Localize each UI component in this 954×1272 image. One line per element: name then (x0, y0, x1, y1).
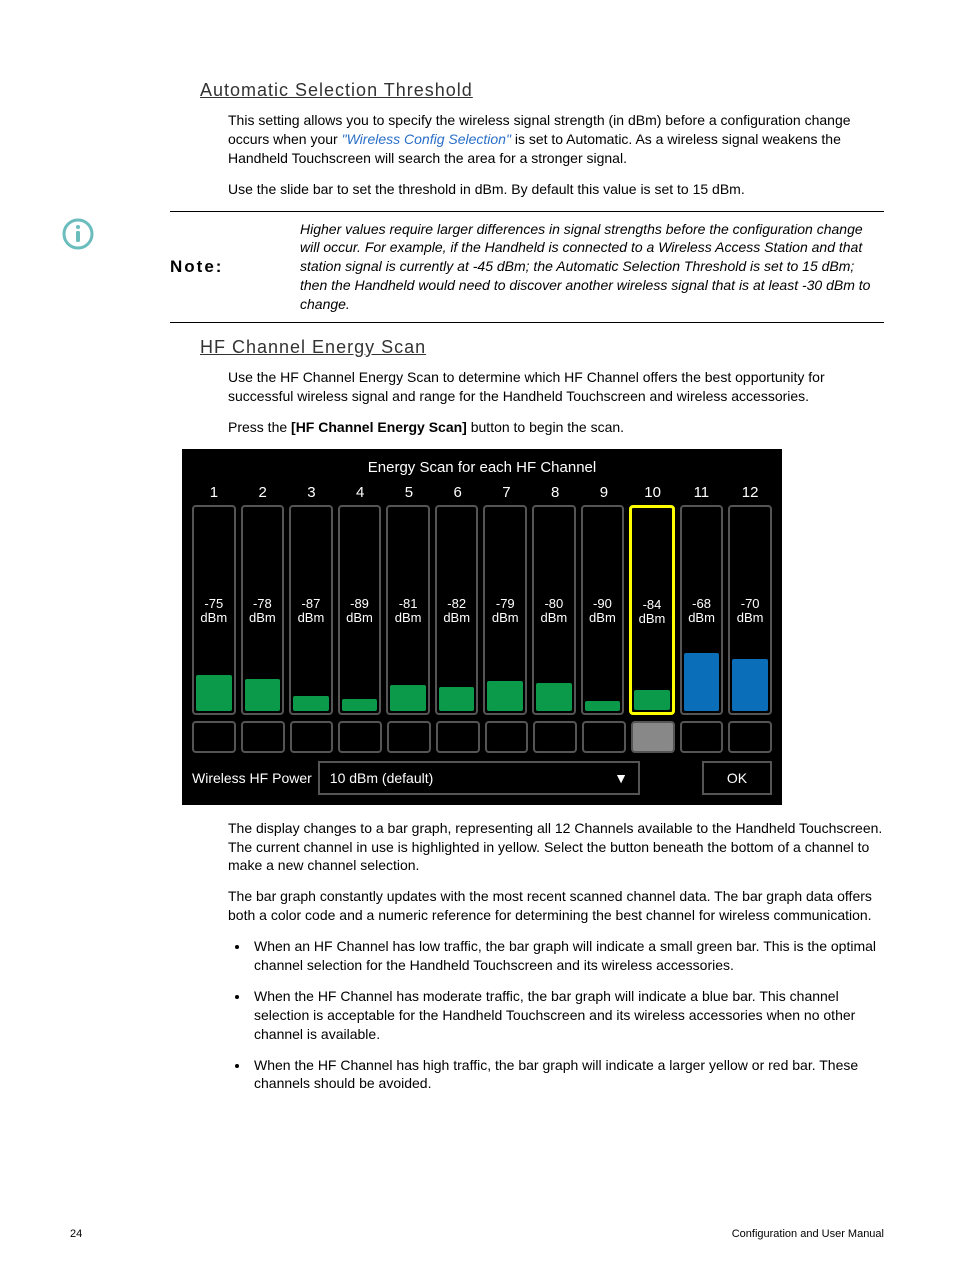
para-hf-scan-desc: Use the HF Channel Energy Scan to determ… (228, 368, 884, 406)
channel-bar-cell: -87dBm (289, 505, 333, 715)
scan-title: Energy Scan for each HF Channel (192, 459, 772, 476)
channel-dbm-label: -75dBm (194, 597, 234, 626)
channel-bar-cell: -75dBm (192, 505, 236, 715)
channel-bar-cell: -81dBm (386, 505, 430, 715)
para-auto-threshold-default: Use the slide bar to set the threshold i… (228, 180, 884, 199)
channel-select-button[interactable] (436, 721, 480, 753)
bullet-low-traffic: When an HF Channel has low traffic, the … (250, 937, 884, 975)
footer-title: Configuration and User Manual (732, 1228, 884, 1240)
channel-bar-cell: -79dBm (483, 505, 527, 715)
note-body: Higher values require larger differences… (300, 220, 884, 314)
channel-bar-fill (684, 653, 720, 711)
bullet-high-traffic: When the HF Channel has high traffic, th… (250, 1056, 884, 1094)
button-name-hf-scan: [HF Channel Energy Scan] (291, 419, 467, 435)
para-hf-scan-press: Press the [HF Channel Energy Scan] butto… (228, 418, 884, 437)
channel-bar-fill (196, 675, 232, 711)
channel-dbm-label: -89dBm (340, 597, 380, 626)
channel-bar-fill (732, 659, 768, 711)
channel-header: 10 (631, 480, 675, 505)
hf-power-label: Wireless HF Power (192, 770, 312, 786)
page-number: 24 (70, 1228, 82, 1240)
channel-bar-cell: -78dBm (241, 505, 285, 715)
para-auto-threshold-desc: This setting allows you to specify the w… (228, 111, 884, 168)
note-label: Note: (170, 220, 300, 314)
channel-bar-fill (536, 683, 572, 711)
link-wireless-config-selection[interactable]: "Wireless Config Selection" (342, 131, 511, 147)
channel-header: 5 (387, 480, 431, 505)
channel-dbm-label: -79dBm (485, 597, 525, 626)
channel-bar-fill (439, 687, 475, 711)
energy-scan-panel: Energy Scan for each HF Channel 12345678… (182, 449, 782, 805)
channel-select-button[interactable] (533, 721, 577, 753)
bullet-moderate-traffic: When the HF Channel has moderate traffic… (250, 987, 884, 1044)
channel-bar-fill (487, 681, 523, 711)
channel-header: 12 (728, 480, 772, 505)
channel-bar-fill (585, 701, 621, 711)
channel-dbm-label: -78dBm (243, 597, 283, 626)
channel-select-button[interactable] (290, 721, 334, 753)
channel-select-button[interactable] (387, 721, 431, 753)
channel-dbm-label: -80dBm (534, 597, 574, 626)
channel-bar-cell: -84dBm (629, 505, 675, 715)
channel-select-button[interactable] (680, 721, 724, 753)
channel-dbm-label: -70dBm (730, 597, 770, 626)
channel-header: 7 (485, 480, 529, 505)
text: Press the (228, 419, 291, 435)
channel-header: 3 (290, 480, 334, 505)
channel-bar-cell: -80dBm (532, 505, 576, 715)
channel-dbm-label: -84dBm (632, 598, 672, 627)
channel-bar-cell: -89dBm (338, 505, 382, 715)
channel-select-button[interactable] (338, 721, 382, 753)
channel-bar-fill (342, 699, 378, 711)
channel-select-button[interactable] (582, 721, 626, 753)
channel-dbm-label: -68dBm (682, 597, 722, 626)
chevron-down-icon: ▼ (614, 770, 628, 786)
channel-header: 1 (192, 480, 236, 505)
channel-dbm-label: -87dBm (291, 597, 331, 626)
channel-bar-fill (390, 685, 426, 711)
channel-dbm-label: -81dBm (388, 597, 428, 626)
channel-select-button[interactable] (728, 721, 772, 753)
dropdown-value: 10 dBm (default) (330, 770, 434, 786)
channel-select-button[interactable] (631, 721, 675, 753)
channel-header: 8 (533, 480, 577, 505)
text: button to begin the scan. (467, 419, 624, 435)
channel-dbm-label: -90dBm (583, 597, 623, 626)
para-display-changes: The display changes to a bar graph, repr… (228, 819, 884, 876)
hf-power-dropdown[interactable]: 10 dBm (default) ▼ (318, 761, 640, 795)
channel-bar-cell: -68dBm (680, 505, 724, 715)
channel-header: 11 (680, 480, 724, 505)
info-icon (62, 218, 94, 250)
channel-bar-cell: -70dBm (728, 505, 772, 715)
channel-bar-fill (245, 679, 281, 711)
channel-bar-cell: -82dBm (435, 505, 479, 715)
channel-bar-fill (634, 690, 670, 710)
channel-dbm-label: -82dBm (437, 597, 477, 626)
channel-select-button[interactable] (485, 721, 529, 753)
para-bargraph-updates: The bar graph constantly updates with th… (228, 887, 884, 925)
heading-auto-selection-threshold: Automatic Selection Threshold (200, 80, 884, 101)
heading-hf-channel-energy-scan: HF Channel Energy Scan (200, 337, 884, 358)
channel-header: 9 (582, 480, 626, 505)
channel-header: 6 (436, 480, 480, 505)
channel-bar-cell: -90dBm (581, 505, 625, 715)
channel-header: 2 (241, 480, 285, 505)
channel-header: 4 (338, 480, 382, 505)
channel-select-button[interactable] (241, 721, 285, 753)
channel-bar-fill (293, 696, 329, 711)
channel-select-button[interactable] (192, 721, 236, 753)
ok-button[interactable]: OK (702, 761, 772, 795)
